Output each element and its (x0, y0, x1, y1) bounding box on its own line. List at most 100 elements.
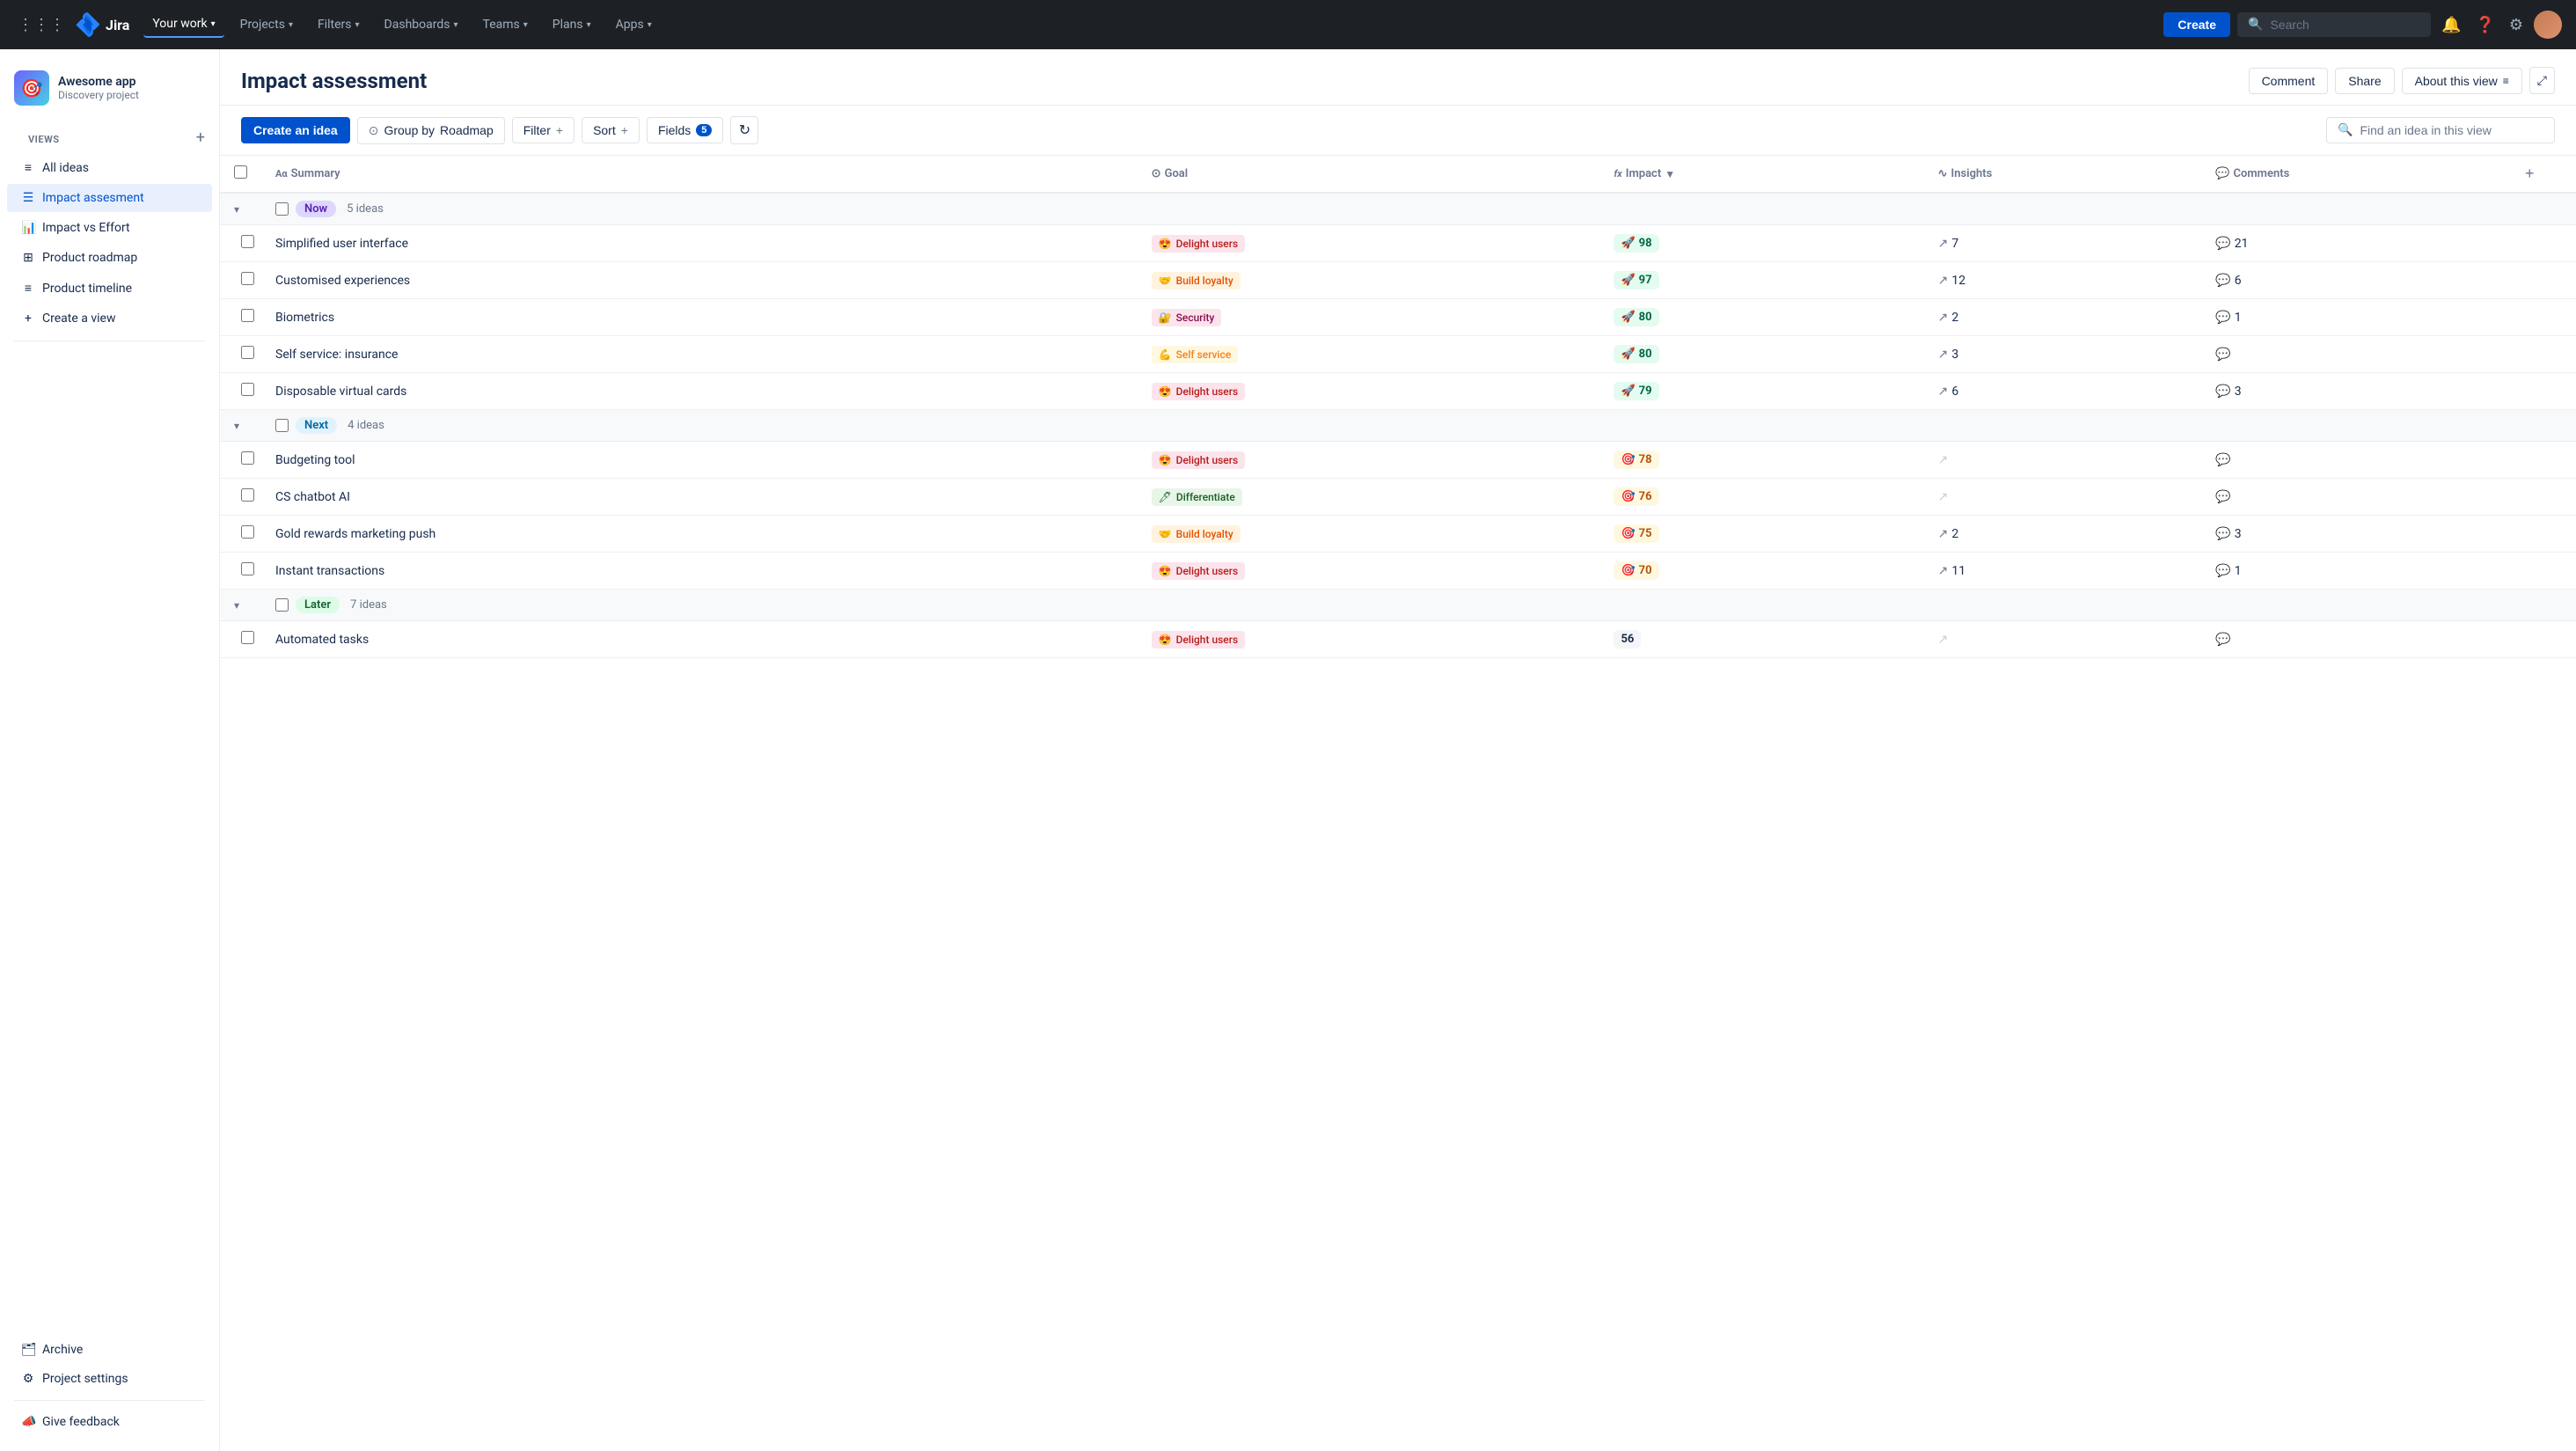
group-checkbox-now[interactable] (275, 202, 289, 216)
idea-name[interactable]: Customised experiences (275, 274, 410, 288)
group-by-label: Group by (384, 123, 435, 137)
group-chevron-now[interactable]: ▾ (234, 203, 239, 216)
app-logo[interactable]: Jira (76, 12, 129, 37)
search-input[interactable] (2270, 18, 2420, 32)
fields-button[interactable]: Fields 5 (647, 117, 723, 143)
col-impact[interactable]: fx Impact ▼ (1603, 156, 1927, 193)
comment-bubble-icon: 💬 (2215, 385, 2230, 399)
nav-your-work[interactable]: Your work ▾ (143, 11, 223, 38)
impact-value: 97 (1639, 274, 1652, 287)
impact-emoji: 🚀 (1621, 385, 1635, 398)
goal-label: Delight users (1176, 385, 1239, 398)
sidebar-item-product-timeline[interactable]: ≡ Product timeline (7, 274, 212, 303)
row-extra-cell (2484, 373, 2576, 410)
idea-name[interactable]: Simplified user interface (275, 237, 408, 251)
row-checkbox[interactable] (241, 562, 254, 575)
idea-name[interactable]: Budgeting tool (275, 453, 355, 467)
top-navigation: ⋮⋮⋮ Jira Your work ▾ Projects ▾ (0, 0, 2576, 49)
idea-name[interactable]: Disposable virtual cards (275, 385, 406, 399)
sort-button[interactable]: Sort + (582, 117, 640, 143)
sidebar-item-impact-assessment[interactable]: ☰ Impact assesment (7, 184, 212, 212)
settings-icon[interactable]: ⚙ (2506, 12, 2527, 38)
idea-name[interactable]: Biometrics (275, 311, 334, 325)
idea-name[interactable]: Instant transactions (275, 564, 384, 578)
select-all-checkbox[interactable] (234, 165, 247, 179)
list-icon: ≡ (2503, 75, 2509, 87)
idea-name[interactable]: Gold rewards marketing push (275, 527, 435, 541)
row-checkbox[interactable] (241, 383, 254, 396)
comment-button[interactable]: Comment (2249, 68, 2329, 94)
help-icon[interactable]: ❓ (2471, 12, 2498, 38)
share-button[interactable]: Share (2335, 68, 2394, 94)
group-chevron-later[interactable]: ▾ (234, 599, 239, 612)
create-idea-button[interactable]: Create an idea (241, 117, 350, 143)
row-checkbox[interactable] (241, 272, 254, 285)
goal-emoji: 😍 (1159, 634, 1172, 646)
sidebar-item-product-roadmap[interactable]: ⊞ Product roadmap (7, 244, 212, 272)
expand-button[interactable]: ⤢ (2529, 67, 2555, 94)
sidebar-item-label: Create a view (42, 311, 115, 326)
impact-emoji: 🎯 (1621, 564, 1635, 577)
group-checkbox-later[interactable] (275, 598, 289, 612)
nav-apps[interactable]: Apps ▾ (607, 12, 661, 37)
comment-bubble-icon-empty: 💬 (2215, 453, 2230, 467)
sidebar-item-create-view[interactable]: + Create a view (7, 304, 212, 333)
search-bar[interactable]: 🔍 (2237, 12, 2431, 37)
archive-icon: 🗂 (21, 1343, 35, 1357)
about-this-view-button[interactable]: About this view ≡ (2402, 68, 2522, 94)
nav-dashboards[interactable]: Dashboards ▾ (376, 12, 467, 37)
notifications-icon[interactable]: 🔔 (2438, 12, 2464, 38)
nav-teams[interactable]: Teams ▾ (474, 12, 537, 37)
sidebar-item-archive[interactable]: 🗂 Archive (7, 1336, 212, 1364)
idea-name[interactable]: Self service: insurance (275, 348, 398, 362)
insights-trend-icon: ↗ (1938, 564, 1949, 578)
project-icon: 🎯 (14, 70, 49, 106)
insights-trend-icon: ↗ (1938, 237, 1949, 251)
search-view-input[interactable] (2360, 123, 2543, 137)
add-column-button[interactable]: + (2525, 165, 2535, 183)
impact-badge: 56 (1614, 630, 1641, 649)
idea-name[interactable]: Automated tasks (275, 633, 369, 647)
col-add[interactable]: + (2484, 156, 2576, 193)
row-checkbox[interactable] (241, 525, 254, 539)
group-tag-next: Next (296, 417, 337, 434)
sidebar-item-settings[interactable]: ⚙ Project settings (7, 1365, 212, 1393)
summary-type-icon: Aα (275, 168, 288, 180)
idea-name[interactable]: CS chatbot AI (275, 490, 350, 504)
impact-value: 70 (1639, 564, 1652, 577)
goal-tag: 😍 Delight users (1152, 235, 1245, 253)
add-view-icon[interactable]: + (196, 128, 205, 147)
create-button[interactable]: Create (2163, 12, 2230, 37)
impact-emoji: 🎯 (1621, 490, 1635, 503)
row-checkbox[interactable] (241, 451, 254, 465)
comment-bubble-icon-empty: 💬 (2215, 490, 2230, 504)
sidebar-item-impact-effort[interactable]: 📊 Impact vs Effort (7, 214, 212, 242)
insights-trend-icon: ↗ (1938, 527, 1949, 541)
filter-button[interactable]: Filter + (512, 117, 574, 143)
nav-plans[interactable]: Plans ▾ (544, 12, 600, 37)
fields-badge: 5 (696, 124, 712, 136)
row-checkbox[interactable] (241, 235, 254, 248)
group-tag-now: Now (296, 201, 336, 217)
impact-value: 80 (1639, 311, 1652, 324)
user-avatar[interactable] (2534, 11, 2562, 39)
row-checkbox[interactable] (241, 631, 254, 644)
nav-projects[interactable]: Projects ▾ (231, 12, 302, 37)
group-checkbox-next[interactable] (275, 419, 289, 432)
sidebar-item-label: All ideas (42, 161, 89, 175)
impact-badge: 🎯 78 (1614, 451, 1658, 469)
row-checkbox[interactable] (241, 488, 254, 502)
search-view-icon: 🔍 (2338, 123, 2353, 137)
refresh-button[interactable]: ↻ (730, 116, 758, 144)
row-checkbox[interactable] (241, 346, 254, 359)
impact-fx-icon: fx (1614, 168, 1621, 180)
sidebar-item-feedback[interactable]: 📣 Give feedback (7, 1408, 212, 1436)
group-chevron-next[interactable]: ▾ (234, 420, 239, 432)
group-by-button[interactable]: ⊙ Group by Roadmap (357, 117, 505, 144)
settings-gear-icon: ⚙ (21, 1372, 35, 1386)
sidebar-item-all-ideas[interactable]: ≡ All ideas (7, 153, 212, 182)
grid-icon[interactable]: ⋮⋮⋮ (14, 12, 69, 38)
nav-filters[interactable]: Filters ▾ (309, 12, 369, 37)
search-view[interactable]: 🔍 (2326, 117, 2555, 143)
row-checkbox[interactable] (241, 309, 254, 322)
